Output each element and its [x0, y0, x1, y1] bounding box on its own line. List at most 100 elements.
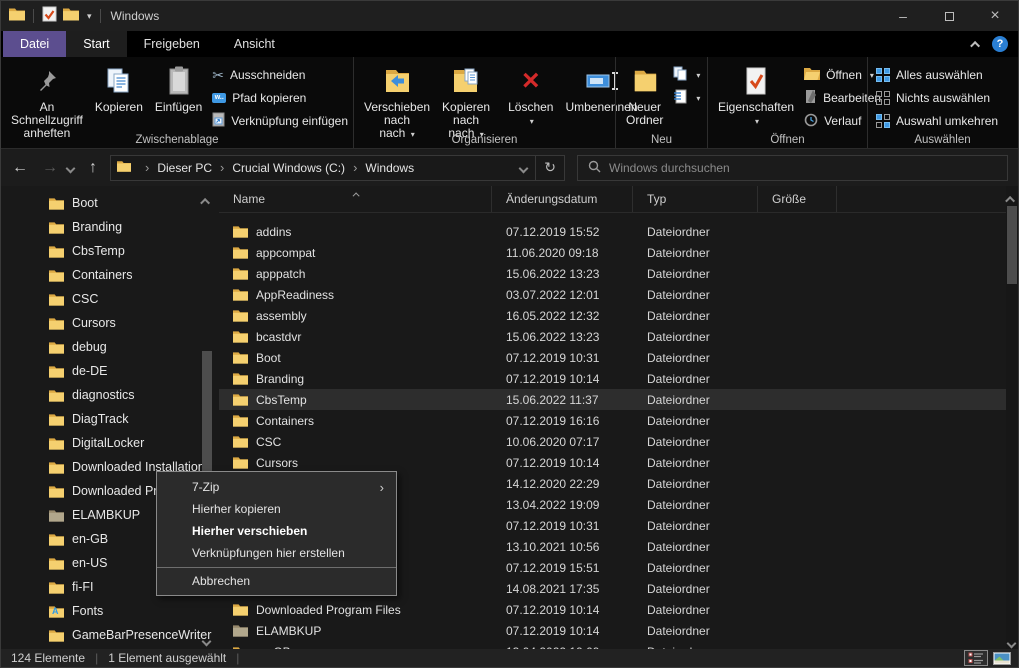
tab-start[interactable]: Start — [66, 31, 127, 57]
select-none-button[interactable]: Nichts auswählen — [872, 88, 1002, 108]
sidebar-folder-item[interactable]: GameBarPresenceWriter — [1, 623, 218, 647]
thumbnail-view-button[interactable] — [990, 650, 1014, 666]
folder-icon — [49, 509, 64, 522]
sidebar-folder-item[interactable]: DigitalLocker — [1, 431, 218, 455]
table-row[interactable]: Downloaded Program Files 07.12.2019 10:1… — [219, 599, 1006, 620]
breadcrumb-sep-icon: › — [353, 160, 358, 175]
new-folder-quick-icon[interactable] — [63, 7, 79, 26]
select-all-button[interactable]: Alles auswählen — [872, 65, 1002, 85]
move-to-icon — [383, 64, 411, 98]
details-view-button[interactable] — [964, 650, 988, 666]
table-row[interactable]: appcompat 11.06.2020 09:18 Dateiordner — [219, 242, 1006, 263]
sidebar-folder-item[interactable]: Boot — [1, 191, 218, 215]
file-date: 07.12.2019 10:14 — [506, 371, 600, 386]
ribbon-group-select: Alles auswählen Nichts auswählen Auswahl… — [867, 57, 1017, 148]
chevron-down-icon: ▾ — [696, 93, 701, 103]
address-dropdown-chevron-icon[interactable] — [518, 161, 529, 175]
table-row[interactable]: addins 07.12.2019 15:52 Dateiordner — [219, 221, 1006, 242]
sidebar-item-label: en-US — [72, 556, 108, 570]
context-menu-item[interactable]: Verknüpfungen hier erstellen — [157, 542, 396, 564]
table-row[interactable]: CbsTemp 15.06.2022 11:37 Dateiordner — [219, 389, 1006, 410]
folder-icon — [233, 435, 248, 448]
move-to-button[interactable]: Verschieben nach nach ▾ — [358, 61, 436, 144]
column-header-name[interactable]: Name — [219, 186, 492, 212]
context-menu-item[interactable]: Abbrechen — [157, 567, 396, 592]
sidebar-folder-item[interactable]: debug — [1, 335, 218, 359]
table-row[interactable]: Containers 07.12.2019 16:16 Dateiordner — [219, 410, 1006, 431]
properties-quick-icon[interactable] — [42, 6, 57, 27]
table-row[interactable]: Cursors 07.12.2019 10:14 Dateiordner — [219, 452, 1006, 473]
select-all-icon — [876, 68, 890, 82]
sidebar-folder-item[interactable]: Cursors — [1, 311, 218, 335]
copy-to-button[interactable]: Kopieren nach nach ▾ — [436, 61, 496, 144]
new-item-button[interactable]: ▾ — [669, 65, 704, 85]
sidebar-folder-item[interactable]: diagnostics — [1, 383, 218, 407]
table-row[interactable]: ELAMBKUP 07.12.2019 10:14 Dateiordner — [219, 620, 1006, 641]
help-icon[interactable]: ? — [992, 36, 1008, 52]
breadcrumb-drive[interactable]: Crucial Windows (C:) — [232, 161, 345, 175]
copy-button[interactable]: Kopieren — [89, 61, 149, 117]
close-button[interactable]: × — [972, 1, 1018, 31]
minimize-button[interactable]: – — [880, 1, 926, 31]
up-button[interactable]: ↑ — [80, 159, 106, 177]
delete-button[interactable]: × Löschen ▾ — [502, 61, 559, 131]
maximize-button[interactable] — [926, 1, 972, 31]
table-row[interactable]: Branding 07.12.2019 10:14 Dateiordner — [219, 368, 1006, 389]
context-menu-item-label: Verknüpfungen hier erstellen — [192, 546, 345, 560]
sidebar-item-label: diagnostics — [72, 388, 135, 402]
copy-path-button[interactable]: w.. Pfad kopieren — [208, 88, 352, 108]
easy-access-button[interactable]: ▾ — [669, 88, 704, 108]
sidebar-folder-item[interactable]: CSC — [1, 287, 218, 311]
main-scrollbar[interactable] — [1005, 186, 1018, 649]
sidebar-folder-item[interactable]: Fonts — [1, 599, 218, 623]
table-row[interactable]: en-GB 13.04.2022 19:09 Dateiordner — [219, 641, 1006, 649]
file-explorer-window: ▾ Windows – × Datei Start Freigeben Ansi… — [0, 0, 1019, 668]
file-name-cell: Boot — [219, 351, 492, 365]
tab-file[interactable]: Datei — [3, 31, 67, 57]
tab-share[interactable]: Freigeben — [127, 31, 217, 57]
paste-shortcut-button[interactable]: Verknüpfung einfügen — [208, 111, 352, 131]
address-bar[interactable]: › Dieser PC › Crucial Windows (C:) › Win… — [110, 154, 565, 181]
recent-locations-chevron-icon[interactable] — [65, 159, 76, 177]
table-row[interactable]: apppatch 15.06.2022 13:23 Dateiordner — [219, 263, 1006, 284]
forward-button[interactable]: → — [37, 159, 63, 177]
back-button[interactable]: ← — [7, 159, 33, 177]
context-menu-item[interactable]: Hierher verschieben — [157, 520, 396, 542]
chevron-down-icon: ▾ — [696, 70, 701, 80]
group-label-clipboard: Zwischenablage — [135, 134, 219, 146]
search-box[interactable]: Windows durchsuchen — [577, 154, 1008, 181]
breadcrumb-this-pc[interactable]: Dieser PC — [157, 161, 212, 175]
breadcrumb-current-folder[interactable]: Windows — [365, 161, 414, 175]
copy-to-icon — [452, 64, 480, 98]
table-row[interactable]: bcastdvr 15.06.2022 13:23 Dateiordner — [219, 326, 1006, 347]
context-menu-item[interactable]: 7-Zip › — [157, 476, 396, 498]
table-row[interactable]: assembly 16.05.2022 12:32 Dateiordner — [219, 305, 1006, 326]
context-menu-item[interactable]: Hierher kopieren — [157, 498, 396, 520]
file-type: Dateiordner — [647, 497, 710, 512]
submenu-arrow-icon: › — [379, 479, 384, 495]
paste-button[interactable]: Einfügen — [149, 61, 208, 117]
table-row[interactable]: AppReadiness 03.07.2022 12:01 Dateiordne… — [219, 284, 1006, 305]
file-type: Dateiordner — [647, 308, 710, 323]
sidebar-folder-item[interactable]: de-DE — [1, 359, 218, 383]
tab-view[interactable]: Ansicht — [217, 31, 292, 57]
column-header-date[interactable]: Änderungsdatum — [492, 186, 633, 212]
properties-button[interactable]: Eigenschaften ▾ — [712, 61, 800, 131]
table-row[interactable]: Boot 07.12.2019 10:31 Dateiordner — [219, 347, 1006, 368]
invert-selection-button[interactable]: Auswahl umkehren — [872, 111, 1002, 131]
sidebar-folder-item[interactable]: Branding — [1, 215, 218, 239]
sidebar-folder-item[interactable]: DiagTrack — [1, 407, 218, 431]
main-scrollbar-thumb[interactable] — [1007, 206, 1017, 284]
sidebar-folder-item[interactable]: Containers — [1, 263, 218, 287]
column-header-size[interactable]: Größe — [758, 186, 837, 212]
new-folder-button[interactable]: Neuer Ordner — [620, 61, 669, 130]
column-header-type[interactable]: Typ — [633, 186, 758, 212]
file-type: Dateiordner — [647, 539, 710, 554]
minimize-ribbon-icon[interactable] — [970, 40, 981, 51]
cut-button[interactable]: ✂ Ausschneiden — [208, 65, 352, 85]
qat-customize-caret-icon[interactable]: ▾ — [87, 11, 92, 22]
refresh-icon[interactable]: ↻ — [544, 159, 556, 176]
pin-to-quick-access-button[interactable]: An Schnellzugriff anheften — [5, 61, 89, 143]
sidebar-folder-item[interactable]: CbsTemp — [1, 239, 218, 263]
table-row[interactable]: CSC 10.06.2020 07:17 Dateiordner — [219, 431, 1006, 452]
